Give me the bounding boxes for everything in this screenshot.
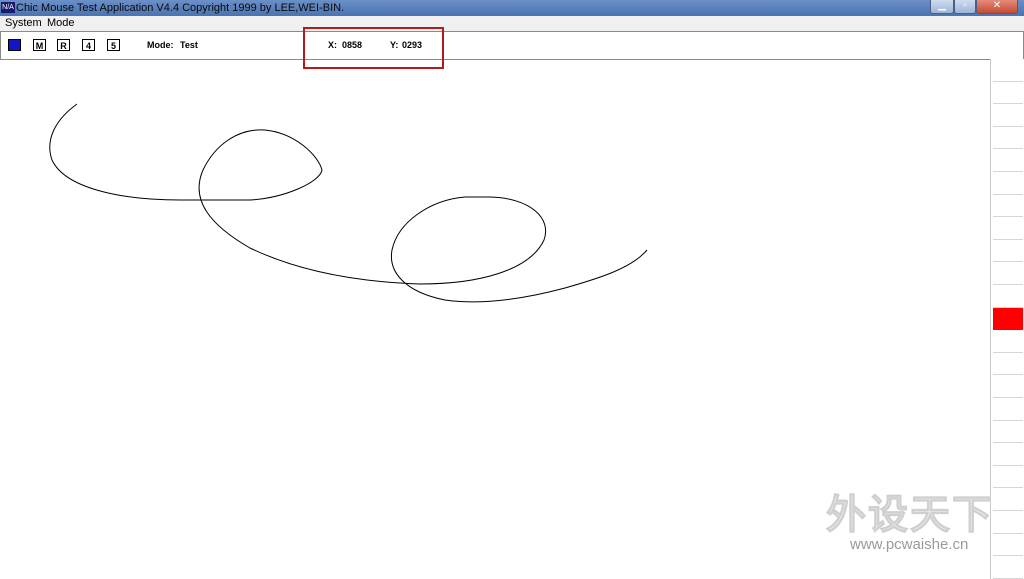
title-bar[interactable]: N/A Chic Mouse Test Application V4.4 Cop… xyxy=(0,0,1024,16)
indicator-cell xyxy=(993,398,1023,421)
window-title: Chic Mouse Test Application V4.4 Copyrig… xyxy=(16,2,345,14)
indicator-cell xyxy=(993,534,1023,557)
indicator-cell xyxy=(993,104,1023,127)
app-icon[interactable]: N/A xyxy=(1,2,15,13)
indicator-cell xyxy=(993,488,1023,511)
watermark: 外设天下 www.pcwaishe.cn xyxy=(822,482,993,556)
menu-system[interactable]: System xyxy=(5,16,42,31)
left-button-indicator[interactable] xyxy=(8,39,21,51)
indicator-cell xyxy=(993,375,1023,398)
indicator-cell xyxy=(993,353,1023,376)
toolbar: M R 4 5 Mode: Test X: 0858 Y: 0293 xyxy=(0,31,1024,60)
middle-button-indicator[interactable]: M xyxy=(33,39,46,51)
indicator-cell xyxy=(993,59,1023,82)
indicator-cell xyxy=(993,443,1023,466)
button-4-indicator[interactable]: 4 xyxy=(82,39,95,51)
menu-mode[interactable]: Mode xyxy=(47,16,75,31)
watermark-url: www.pcwaishe.cn xyxy=(850,536,969,553)
mode-value: Test xyxy=(180,40,198,50)
minimize-button[interactable]: ▁ xyxy=(930,0,954,14)
mode-label: Mode: xyxy=(147,40,174,50)
indicator-cell xyxy=(993,82,1023,105)
indicator-cell xyxy=(993,421,1023,444)
indicator-cell xyxy=(993,466,1023,489)
indicator-cell xyxy=(993,195,1023,218)
indicator-cell xyxy=(993,556,1023,579)
indicator-cell xyxy=(993,127,1023,150)
maximize-button[interactable]: ▫ xyxy=(954,0,976,14)
scroll-indicator-strip xyxy=(990,59,1024,579)
button-5-indicator[interactable]: 5 xyxy=(107,39,120,51)
indicator-cell xyxy=(993,217,1023,240)
indicator-cell xyxy=(993,149,1023,172)
mouse-trace-path xyxy=(49,103,648,303)
indicator-cell xyxy=(993,172,1023,195)
window-controls: ▁ ▫ ✕ xyxy=(930,0,1018,14)
indicator-cell xyxy=(993,330,1023,353)
indicator-cell xyxy=(993,285,1023,308)
indicator-cell xyxy=(993,240,1023,263)
indicator-cell xyxy=(993,262,1023,285)
indicator-cell xyxy=(993,511,1023,534)
menu-bar: System Mode xyxy=(0,16,1024,31)
indicator-cell-active xyxy=(993,307,1023,331)
close-button[interactable]: ✕ xyxy=(976,0,1018,14)
watermark-logo: 外设天下 xyxy=(826,492,994,539)
right-button-indicator[interactable]: R xyxy=(57,39,70,51)
